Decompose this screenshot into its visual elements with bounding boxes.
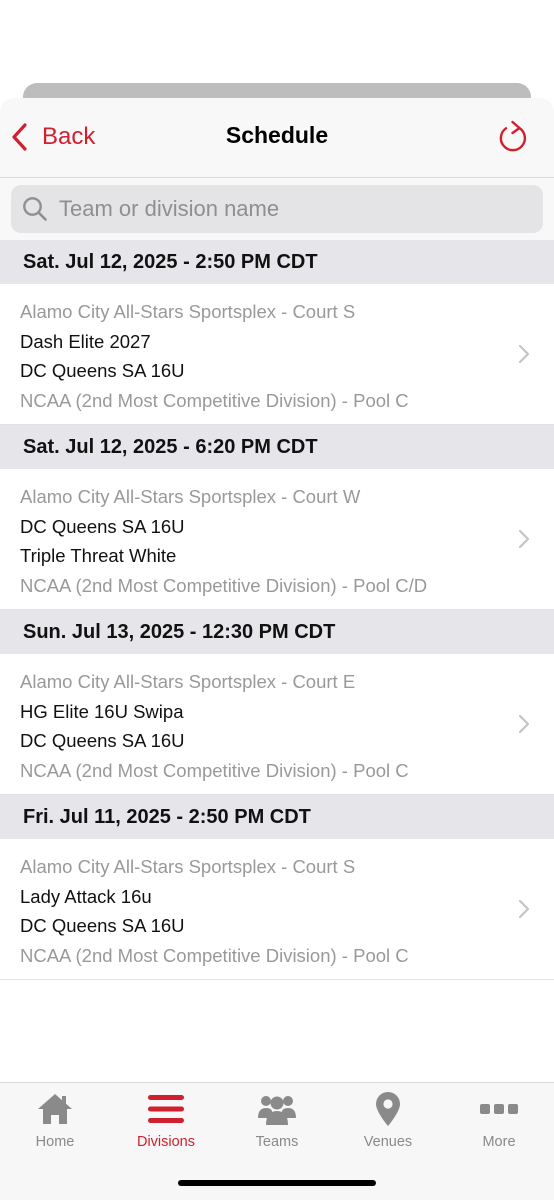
- match-division: NCAA (2nd Most Competitive Division) - P…: [20, 389, 409, 411]
- match-venue: Alamo City All-Stars Sportsplex - Court …: [20, 486, 361, 507]
- tab-label: Venues: [363, 1134, 413, 1150]
- match-row[interactable]: Alamo City All-Stars Sportsplex - Court …: [0, 839, 554, 980]
- match-team-2: Triple Threat White: [20, 545, 177, 566]
- match-venue: Alamo City All-Stars Sportsplex - Court …: [20, 301, 356, 322]
- chevron-right-icon: [518, 899, 530, 919]
- match-venue: Alamo City All-Stars Sportsplex - Court …: [20, 671, 356, 692]
- page-title: Schedule: [225, 122, 329, 148]
- navigation-bar: Back Schedule: [0, 98, 554, 178]
- people-group-icon: [258, 1096, 296, 1125]
- tab-venues[interactable]: Venues: [333, 1091, 443, 1155]
- match-date-header: Sat. Jul 12, 2025 - 2:50 PM CDT: [0, 240, 554, 284]
- search-bar: [0, 178, 554, 240]
- match-team-1: HG Elite 16U Swipa: [20, 700, 184, 722]
- tab-label: Divisions: [136, 1134, 195, 1150]
- match-division: NCAA (2nd Most Competitive Division) - P…: [20, 574, 428, 596]
- match-date-header: Fri. Jul 11, 2025 - 2:50 PM CDT: [0, 795, 554, 839]
- match-division: NCAA (2nd Most Competitive Division) - P…: [20, 944, 409, 966]
- match-venue: Alamo City All-Stars Sportsplex - Court …: [20, 856, 356, 877]
- menu-lines-icon: [148, 1095, 184, 1123]
- more-dots-icon: [480, 1104, 518, 1114]
- chevron-right-icon: [518, 344, 530, 364]
- chevron-right-icon: [518, 714, 530, 734]
- match-row[interactable]: Alamo City All-Stars Sportsplex - Court …: [0, 469, 554, 610]
- match-team-1: Dash Elite 2027: [20, 330, 151, 352]
- search-field[interactable]: [11, 185, 543, 233]
- tab-label: Teams: [255, 1134, 299, 1150]
- match-team-2: DC Queens SA 16U: [20, 730, 185, 751]
- match-date-header: Sat. Jul 12, 2025 - 6:20 PM CDT: [0, 425, 554, 469]
- tab-home[interactable]: Home: [0, 1091, 110, 1155]
- match-row[interactable]: Alamo City All-Stars Sportsplex - Court …: [0, 284, 554, 425]
- search-icon: [23, 197, 47, 221]
- chevron-right-icon: [518, 529, 530, 549]
- match-date-header: Sun. Jul 13, 2025 - 12:30 PM CDT: [0, 610, 554, 654]
- refresh-button[interactable]: [498, 118, 530, 154]
- tab-teams[interactable]: Teams: [222, 1091, 332, 1155]
- home-indicator: [178, 1180, 376, 1186]
- match-team-1: Lady Attack 16u: [20, 885, 152, 907]
- match-team-2: DC Queens SA 16U: [20, 360, 185, 381]
- match-row[interactable]: Alamo City All-Stars Sportsplex - Court …: [0, 654, 554, 795]
- search-input[interactable]: [57, 195, 507, 223]
- app-screen: Back Schedule Sat. Jul 12, 2025 - 2:50 P…: [0, 0, 554, 1200]
- schedule-sheet: Back Schedule Sat. Jul 12, 2025 - 2:50 P…: [0, 98, 554, 1200]
- refresh-icon: [499, 120, 527, 152]
- schedule-list: Sat. Jul 12, 2025 - 2:50 PM CDT Alamo Ci…: [0, 240, 554, 980]
- tab-more[interactable]: More: [444, 1091, 554, 1155]
- tab-divisions[interactable]: Divisions: [111, 1091, 221, 1155]
- match-division: NCAA (2nd Most Competitive Division) - P…: [20, 759, 409, 781]
- location-pin-icon: [376, 1092, 400, 1126]
- tab-label: Home: [35, 1134, 75, 1150]
- home-icon: [38, 1094, 72, 1124]
- tab-label: More: [482, 1134, 516, 1150]
- match-team-1: DC Queens SA 16U: [20, 515, 185, 537]
- match-team-2: DC Queens SA 16U: [20, 915, 185, 936]
